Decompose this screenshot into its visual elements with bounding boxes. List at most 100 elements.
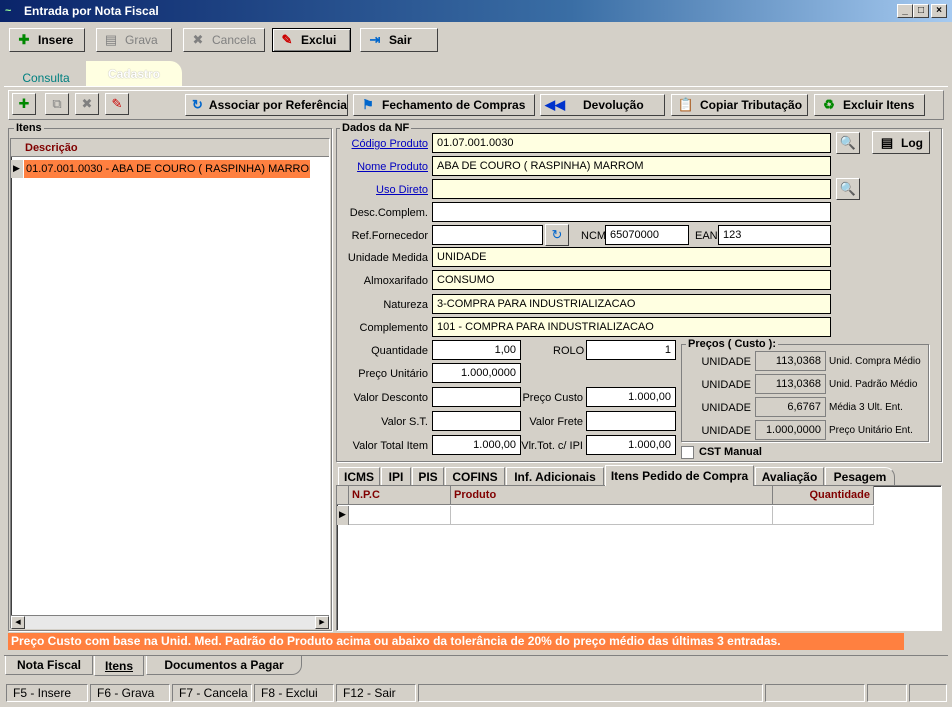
add-item-icon[interactable]: ✚: [12, 93, 36, 115]
log-button[interactable]: ▤ Log: [872, 131, 930, 154]
uso-direto-label[interactable]: Uso Direto: [376, 184, 428, 196]
column-descricao[interactable]: Descrição: [11, 139, 329, 157]
remove-item-icon[interactable]: ✖: [75, 93, 99, 115]
table-row[interactable]: [349, 506, 874, 525]
vlr-tot-ipi-field[interactable]: 1.000,00: [586, 435, 676, 455]
search-icon[interactable]: 🔍: [836, 132, 860, 154]
cst-manual-checkbox[interactable]: [681, 446, 694, 459]
maximize-button[interactable]: □: [913, 4, 929, 18]
codigo-produto-label[interactable]: Código Produto: [352, 138, 428, 150]
warning-message: Preço Custo com base na Unid. Med. Padrã…: [8, 633, 904, 650]
status-f5: F5 - Insere: [6, 684, 88, 702]
preco-custo-label: Preço Custo: [522, 392, 583, 404]
desc-complem-field[interactable]: [432, 202, 831, 222]
cancela-button[interactable]: ✖ Cancela: [183, 28, 265, 52]
column-npc[interactable]: N.P.C: [349, 486, 451, 505]
save-icon: ▤: [104, 32, 118, 47]
close-button[interactable]: ×: [931, 4, 947, 18]
recycle-icon: ♻: [823, 97, 835, 112]
tab-inf-adicionais[interactable]: Inf. Adicionais: [506, 467, 604, 485]
unidade-medida-label: Unidade Medida: [347, 252, 428, 264]
ref-fornecedor-field[interactable]: [432, 225, 543, 245]
valor-desconto-field[interactable]: [432, 387, 521, 407]
cancela-label: Cancela: [212, 33, 257, 47]
tab-documentos-pagar[interactable]: Documentos a Pagar: [146, 656, 302, 675]
horizontal-scrollbar[interactable]: ◀ ▶: [11, 615, 329, 629]
app-icon: ~: [5, 5, 12, 17]
log-label: Log: [901, 135, 923, 150]
tab-pesagem[interactable]: Pesagem: [825, 467, 895, 485]
valor-st-label: Valor S.T.: [381, 416, 428, 428]
quantidade-label: Quantidade: [371, 345, 428, 357]
status-empty-2: [765, 684, 865, 702]
nome-produto-field[interactable]: ABA DE COURO ( RASPINHA) MARROM: [432, 156, 831, 176]
refresh-ref-icon[interactable]: ↻: [545, 224, 569, 246]
uso-direto-field[interactable]: [432, 179, 831, 199]
rolo-field[interactable]: 1: [586, 340, 676, 360]
list-item[interactable]: 01.07.001.0030 - ABA DE COURO ( RASPINHA…: [24, 160, 310, 178]
vlr-tot-ipi-label: Vlr.Tot. c/ IPI: [521, 440, 583, 452]
valor-st-field[interactable]: [432, 411, 521, 431]
valor-total-item-field[interactable]: 1.000,00: [432, 435, 521, 455]
preco-desc-4: Preço Unitário Ent.: [829, 425, 913, 436]
scroll-right-icon[interactable]: ▶: [315, 616, 329, 629]
excluir-itens-label: Excluir Itens: [843, 98, 915, 112]
complemento-field[interactable]: 101 - COMPRA PARA INDUSTRIALIZACAO: [432, 317, 831, 337]
document-icon: ▤: [880, 134, 894, 150]
itens-pedido-grid[interactable]: N.P.C Produto Quantidade ▶: [336, 485, 942, 631]
status-empty-4: [909, 684, 947, 702]
sair-button[interactable]: ⇥ Sair: [360, 28, 438, 52]
preco-value-4: 1.000,0000: [755, 420, 826, 440]
ncm-label: NCM: [581, 230, 607, 242]
valor-desconto-label: Valor Desconto: [353, 392, 428, 404]
natureza-field[interactable]: 3-COMPRA PARA INDUSTRIALIZACAO: [432, 294, 831, 314]
grava-label: Grava: [125, 33, 158, 47]
copy-item-icon[interactable]: ⧉: [45, 93, 69, 115]
insere-label: Insere: [38, 33, 74, 47]
preco-custo-field[interactable]: 1.000,00: [586, 387, 676, 407]
devolucao-button[interactable]: ◀◀ Devolução: [540, 94, 665, 116]
preco-unitario-field[interactable]: 1.000,0000: [432, 363, 521, 383]
rolo-label: ROLO: [553, 345, 585, 357]
tab-itens-pedido[interactable]: Itens Pedido de Compra: [605, 465, 754, 486]
tab-pis[interactable]: PIS: [412, 467, 444, 485]
column-produto[interactable]: Produto: [451, 486, 773, 505]
tab-cofins[interactable]: COFINS: [445, 467, 505, 485]
dados-title: Dados da NF: [340, 122, 412, 134]
tab-itens[interactable]: Itens: [94, 656, 144, 676]
valor-frete-label: Valor Frete: [529, 416, 583, 428]
column-quantidade[interactable]: Quantidade: [773, 486, 874, 505]
preco-unit-1: UNIDADE: [701, 356, 751, 368]
tab-cadastro[interactable]: Cadastro: [86, 61, 182, 87]
codigo-produto-field[interactable]: 01.07.001.0030: [432, 133, 831, 153]
status-empty-1: [418, 684, 763, 702]
associar-button[interactable]: ↻ Associar por Referência: [185, 94, 348, 116]
insere-button[interactable]: ✚ Insere: [9, 28, 85, 52]
tab-ipi[interactable]: IPI: [381, 467, 411, 485]
ean-label: EAN: [695, 230, 718, 242]
quantidade-field[interactable]: 1,00: [432, 340, 521, 360]
minimize-button[interactable]: _: [897, 4, 913, 18]
cst-manual-label: CST Manual: [699, 446, 762, 458]
almoxarifado-field[interactable]: CONSUMO: [432, 270, 831, 290]
fechamento-button[interactable]: ⚑ Fechamento de Compras: [353, 94, 535, 116]
unidade-medida-field[interactable]: UNIDADE: [432, 247, 831, 267]
ref-fornecedor-label: Ref.Fornecedor: [351, 230, 428, 242]
tab-avaliacao[interactable]: Avaliação: [755, 467, 824, 485]
ean-field[interactable]: 123: [718, 225, 831, 245]
itens-list[interactable]: Descrição ▶ 01.07.001.0030 - ABA DE COUR…: [10, 138, 330, 629]
complemento-label: Complemento: [359, 322, 428, 334]
copiar-button[interactable]: 📋 Copiar Tributação: [671, 94, 808, 116]
valor-frete-field[interactable]: [586, 411, 676, 431]
excluir-itens-button[interactable]: ♻ Excluir Itens: [814, 94, 925, 116]
title-bar: ~ Entrada por Nota Fiscal _ □ ×: [0, 0, 952, 22]
nome-produto-label[interactable]: Nome Produto: [357, 161, 428, 173]
edit-item-icon[interactable]: ✎: [105, 93, 129, 115]
ncm-field[interactable]: 65070000: [605, 225, 689, 245]
grava-button[interactable]: ▤ Grava: [96, 28, 172, 52]
exclui-button[interactable]: ✎ Exclui: [272, 28, 351, 52]
tab-icms[interactable]: ICMS: [338, 467, 380, 485]
scroll-left-icon[interactable]: ◀: [11, 616, 25, 629]
tab-nota-fiscal[interactable]: Nota Fiscal: [5, 656, 93, 675]
search-uso-icon[interactable]: 🔍: [836, 178, 860, 200]
